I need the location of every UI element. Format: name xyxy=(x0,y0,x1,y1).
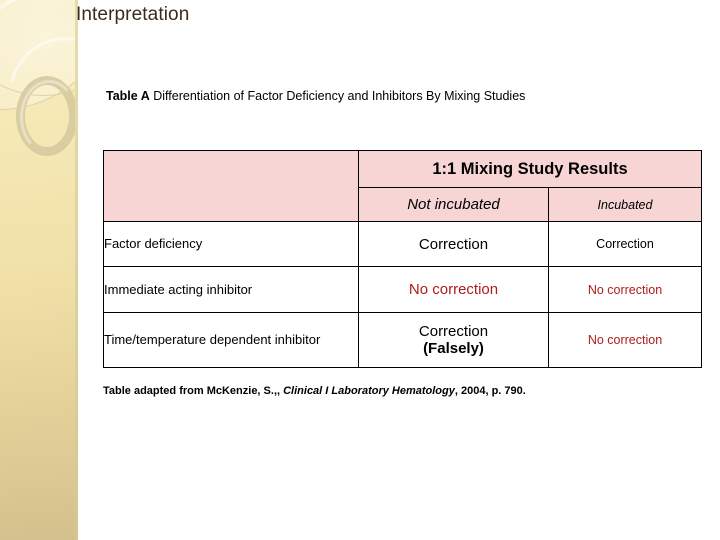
footnote-source-title: Clinical I Laboratory Hematology xyxy=(283,385,455,397)
row-label-factor-deficiency: Factor deficiency xyxy=(103,221,359,267)
table-row: Factor deficiency Correction Correction xyxy=(103,221,703,267)
table-corner-blank xyxy=(103,150,359,222)
table-source-footnote: Table adapted from McKenzie, S.,, Clinic… xyxy=(103,385,526,397)
cell-factor-deficiency-incubated: Correction xyxy=(547,221,703,267)
decorative-sidebar xyxy=(0,0,78,540)
table-subheader-incubated: Incubated xyxy=(547,187,703,222)
cell-value-primary: Correction xyxy=(418,323,489,340)
footnote-tail: , 2004, p. 790. xyxy=(454,385,526,397)
row-label-time-temperature-inhibitor: Time/temperature dependent inhibitor xyxy=(103,312,359,368)
cell-factor-deficiency-not-incubated: Correction xyxy=(358,221,549,267)
cell-time-temp-inhibitor-incubated: No correction xyxy=(547,312,703,368)
cell-time-temp-inhibitor-not-incubated: Correction (Falsely) xyxy=(358,312,549,368)
table-caption-text: Differentiation of Factor Deficiency and… xyxy=(149,89,526,103)
table-group-header: 1:1 Mixing Study Results xyxy=(357,150,703,188)
page-title: Interpretation xyxy=(76,4,190,25)
mixing-study-table: 1:1 Mixing Study Results Not incubated I… xyxy=(103,150,703,368)
row-label-immediate-acting-inhibitor: Immediate acting inhibitor xyxy=(103,266,359,313)
table-row: Immediate acting inhibitor No correction… xyxy=(103,266,703,313)
table-subheader-not-incubated: Not incubated xyxy=(358,187,549,222)
cell-immediate-inhibitor-not-incubated: No correction xyxy=(358,266,549,313)
table-caption-label: Table A xyxy=(106,89,150,103)
cell-immediate-inhibitor-incubated: No correction xyxy=(547,266,703,313)
sidebar-edge-divider xyxy=(75,0,78,540)
footnote-lead: Table adapted from McKenzie, S.,, xyxy=(103,385,284,397)
table-caption: Table A Differentiation of Factor Defici… xyxy=(106,89,525,103)
table-row: Time/temperature dependent inhibitor Cor… xyxy=(103,312,703,368)
table-header-row-group: 1:1 Mixing Study Results xyxy=(103,150,703,222)
cell-value-qualifier: (Falsely) xyxy=(423,340,484,357)
